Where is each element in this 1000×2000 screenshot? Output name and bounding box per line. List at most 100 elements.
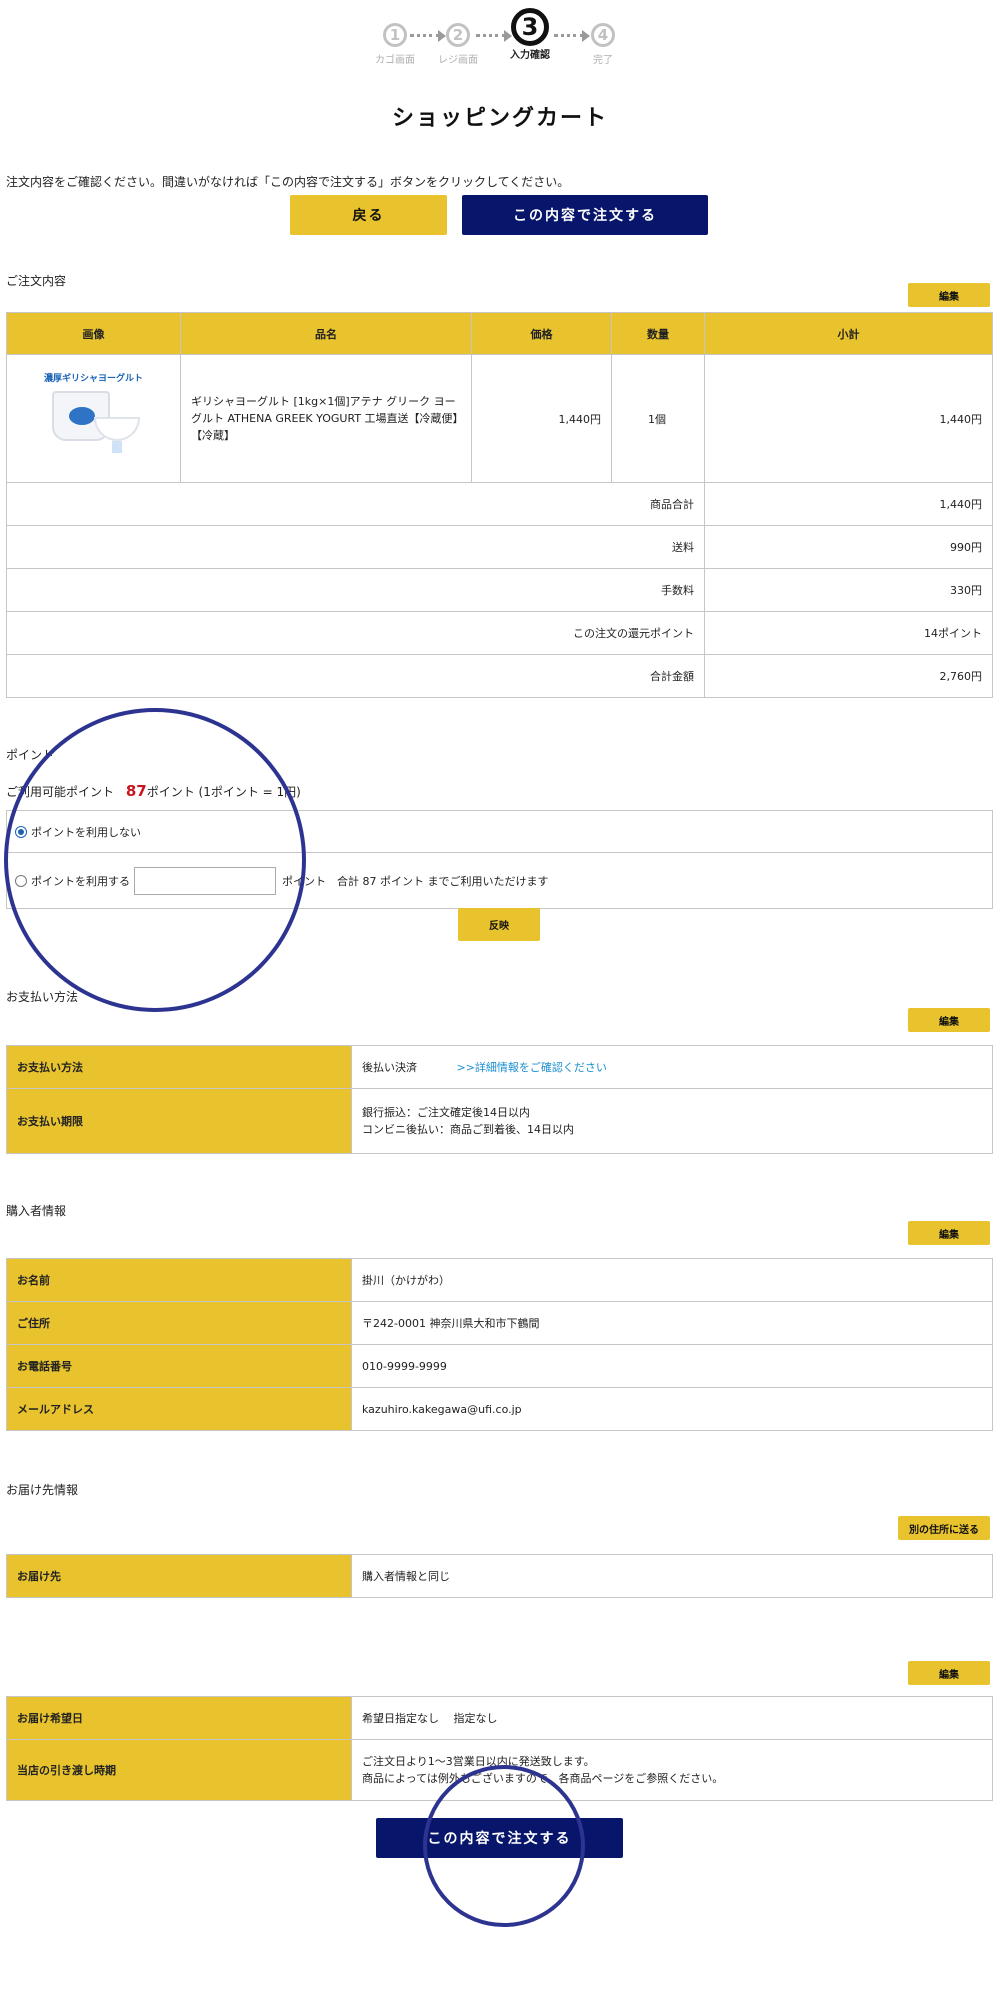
summary-label: この注文の還元ポイント — [6, 611, 705, 655]
payment-deadline-convenience: コンビニ後払い：商品ご到着後、14日以内 — [362, 1123, 574, 1136]
available-points: ご利用可能ポイント 87ポイント (1ポイント = 1円) — [6, 782, 301, 800]
edit-order-button[interactable]: 編集 — [908, 283, 990, 307]
summary-value: 1,440円 — [704, 482, 993, 526]
column-header-subtotal: 小計 — [704, 312, 993, 355]
summary-value: 330円 — [704, 568, 993, 612]
step-number: 3 — [511, 8, 549, 46]
table-row: お支払い期限 銀行振込：ご注文確定後14日以内 コンビニ後払い：商品ご到着後、1… — [6, 1088, 993, 1154]
buyer-email-value: kazuhiro.kakegawa@ufi.co.jp — [351, 1387, 993, 1431]
summary-label: 商品合計 — [6, 482, 705, 526]
summary-row-grand-total: 合計金額 2,760円 — [6, 654, 993, 698]
table-row: お支払い方法 後払い決済 >>詳細情報をご確認ください — [6, 1045, 993, 1089]
step-number: 1 — [383, 23, 407, 47]
table-row: お名前 掛川（かけがわ） — [6, 1258, 993, 1302]
place-order-button[interactable]: この内容で注文する — [462, 195, 708, 235]
handover-period-label: 当店の引き渡し時期 — [6, 1739, 352, 1801]
summary-value: 14ポイント — [704, 611, 993, 655]
summary-value: 990円 — [704, 525, 993, 569]
product-image-cell: 濃厚ギリシャヨーグルト — [6, 354, 181, 483]
delivery-destination-value: 購入者情報と同じ — [351, 1554, 993, 1598]
step-complete: 4 完了 — [568, 23, 638, 66]
option-no-points[interactable]: ポイントを利用しない — [7, 811, 992, 853]
delivery-destination-label: お届け先 — [6, 1554, 352, 1598]
product-subtotal: 1,440円 — [704, 354, 993, 483]
product-image-caption: 濃厚ギリシャヨーグルト — [43, 373, 143, 384]
step-label: 完了 — [593, 55, 613, 66]
buyer-phone-value: 010-9999-9999 — [351, 1344, 993, 1388]
table-header-row: 画像 品名 価格 数量 小計 — [6, 312, 993, 355]
checkout-stepper: 1 カゴ画面 2 レジ画面 3 入力確認 4 完了 — [0, 8, 1000, 68]
table-row: メールアドレス kazuhiro.kakegawa@ufi.co.jp — [6, 1387, 993, 1431]
product-price: 1,440円 — [471, 354, 612, 483]
points-limit-text: ポイント 合計 87 ポイント までご利用いただけます — [282, 874, 549, 888]
handover-period-line2: 商品によっては例外もございますので、各商品ページをご参照ください。 — [362, 1772, 724, 1785]
points-options: ポイントを利用しない ポイントを利用する ポイント 合計 87 ポイント までご… — [6, 810, 993, 909]
confirm-notice: 注文内容をご確認ください。間違いがなければ「この内容で注文する」ボタンをクリック… — [6, 175, 570, 189]
desired-date-label: お届け希望日 — [6, 1696, 352, 1740]
use-points-radio[interactable] — [15, 874, 27, 887]
available-points-value: 87 — [125, 782, 147, 800]
desired-date-value: 希望日指定なし 指定なし — [351, 1696, 993, 1740]
points-amount-input[interactable] — [134, 866, 276, 895]
delivery-section-title: お届け先情報 — [6, 1483, 79, 1497]
column-header-name: 品名 — [180, 312, 472, 355]
payment-table: お支払い方法 後払い決済 >>詳細情報をご確認ください お支払い期限 銀行振込：… — [6, 1045, 993, 1154]
summary-label: 手数料 — [6, 568, 705, 612]
page-title: ショッピングカート — [391, 106, 608, 131]
buyer-section-title: 購入者情報 — [6, 1204, 67, 1218]
step-register: 2 レジ画面 — [423, 23, 493, 66]
use-points-label[interactable]: ポイントを利用する — [31, 873, 130, 889]
edit-payment-button[interactable]: 編集 — [908, 1008, 990, 1032]
handover-period-cell: ご注文日より1〜3営業日以内に発送致します。 商品によっては例外もございますので… — [351, 1739, 993, 1801]
summary-row-fee: 手数料 330円 — [6, 568, 993, 612]
back-button[interactable]: 戻る — [290, 195, 447, 235]
option-use-points[interactable]: ポイントを利用する ポイント 合計 87 ポイント までご利用いただけます — [7, 853, 992, 908]
payment-method-cell: 後払い決済 >>詳細情報をご確認ください — [351, 1045, 993, 1089]
payment-details-link[interactable]: >>詳細情報をご確認ください — [457, 1061, 607, 1074]
buyer-phone-label: お電話番号 — [6, 1344, 352, 1388]
buyer-name-label: お名前 — [6, 1258, 352, 1302]
buyer-table: お名前 掛川（かけがわ） ご住所 〒242-0001 神奈川県大和市下鶴間 お電… — [6, 1258, 993, 1431]
table-row: お届け先 購入者情報と同じ — [6, 1554, 993, 1598]
summary-row-points-earned: この注文の還元ポイント 14ポイント — [6, 611, 993, 655]
handover-period-line1: ご注文日より1〜3営業日以内に発送致します。 — [362, 1755, 595, 1768]
payment-deadline-cell: 銀行振込：ご注文確定後14日以内 コンビニ後払い：商品ご到着後、14日以内 — [351, 1088, 993, 1154]
available-points-suffix: ポイント (1ポイント = 1円) — [146, 785, 301, 799]
table-row: 当店の引き渡し時期 ご注文日より1〜3営業日以内に発送致します。 商品によっては… — [6, 1739, 993, 1801]
step-label: レジ画面 — [438, 55, 478, 66]
payment-deadline-bank: 銀行振込：ご注文確定後14日以内 — [362, 1106, 530, 1119]
product-qty: 1個 — [611, 354, 705, 483]
step-label: カゴ画面 — [375, 55, 415, 66]
step-cart: 1 カゴ画面 — [360, 23, 430, 66]
summary-value: 2,760円 — [704, 654, 993, 698]
product-image[interactable]: 濃厚ギリシャヨーグルト — [38, 369, 150, 469]
no-points-label[interactable]: ポイントを利用しない — [31, 824, 141, 840]
place-order-button-bottom[interactable]: この内容で注文する — [376, 1818, 623, 1858]
summary-label: 送料 — [6, 525, 705, 569]
schedule-table: お届け希望日 希望日指定なし 指定なし 当店の引き渡し時期 ご注文日より1〜3営… — [6, 1696, 993, 1801]
buyer-address-value: 〒242-0001 神奈川県大和市下鶴間 — [351, 1301, 993, 1345]
column-header-image: 画像 — [6, 312, 181, 355]
table-row: 濃厚ギリシャヨーグルト ギリシャヨーグルト [1kg×1個]アテナ グリーク ヨ… — [6, 354, 993, 483]
apply-points-button[interactable]: 反映 — [458, 908, 540, 941]
points-section-title: ポイント — [6, 748, 55, 762]
product-name: ギリシャヨーグルト [1kg×1個]アテナ グリーク ヨーグルト ATHENA … — [180, 354, 472, 483]
no-points-radio[interactable] — [15, 825, 27, 838]
payment-method-label: お支払い方法 — [6, 1045, 352, 1089]
column-header-price: 価格 — [471, 312, 612, 355]
step-number: 4 — [591, 23, 615, 47]
summary-label: 合計金額 — [6, 654, 705, 698]
step-label: 入力確認 — [510, 50, 550, 61]
available-points-label: ご利用可能ポイント — [6, 785, 115, 799]
bowl-stem-icon — [111, 440, 122, 453]
buyer-address-label: ご住所 — [6, 1301, 352, 1345]
edit-buyer-button[interactable]: 編集 — [908, 1221, 990, 1245]
table-row: お電話番号 010-9999-9999 — [6, 1344, 993, 1388]
edit-schedule-button[interactable]: 編集 — [908, 1661, 990, 1685]
summary-row-shipping: 送料 990円 — [6, 525, 993, 569]
step-number: 2 — [446, 23, 470, 47]
payment-method-value: 後払い決済 — [362, 1060, 417, 1074]
order-section-title: ご注文内容 — [6, 274, 67, 288]
ship-to-other-address-button[interactable]: 別の住所に送る — [898, 1516, 990, 1540]
buyer-email-label: メールアドレス — [6, 1387, 352, 1431]
